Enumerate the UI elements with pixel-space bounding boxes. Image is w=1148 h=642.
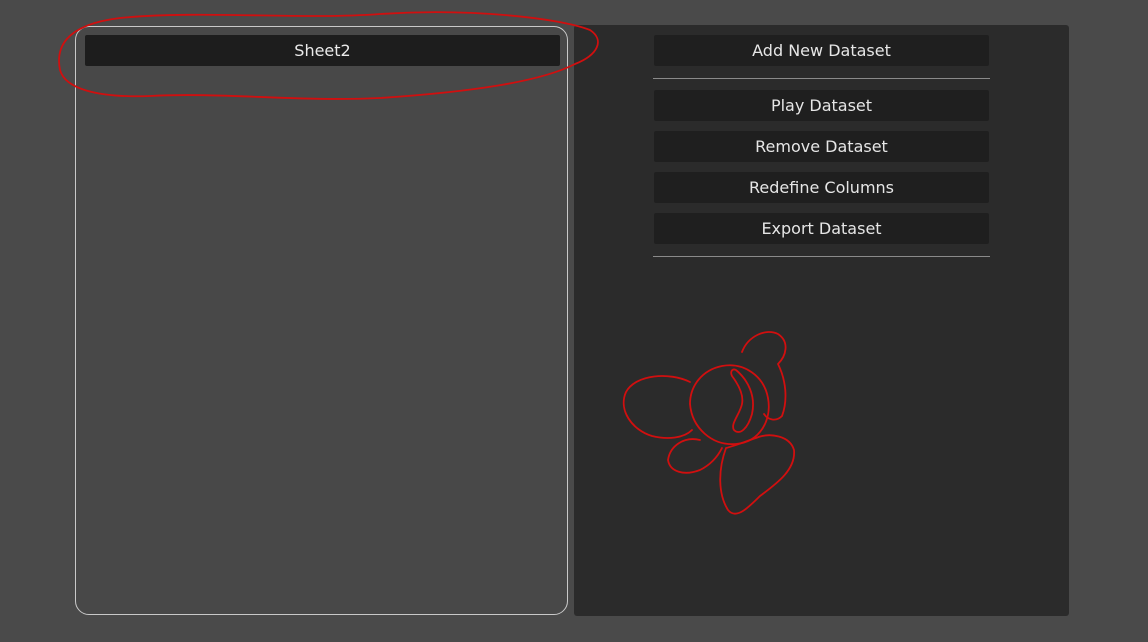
remove-dataset-button[interactable]: Remove Dataset bbox=[654, 131, 989, 162]
redefine-columns-button[interactable]: Redefine Columns bbox=[654, 172, 989, 203]
add-new-dataset-button[interactable]: Add New Dataset bbox=[654, 35, 989, 66]
separator-top bbox=[653, 78, 990, 79]
dataset-list-item-sheet2[interactable]: Sheet2 bbox=[85, 35, 560, 66]
separator-bottom bbox=[653, 256, 990, 257]
play-dataset-button[interactable]: Play Dataset bbox=[654, 90, 989, 121]
dataset-list-panel[interactable]: Sheet2 bbox=[75, 26, 568, 615]
export-dataset-button[interactable]: Export Dataset bbox=[654, 213, 989, 244]
dataset-actions-panel: Add New Dataset Play Dataset Remove Data… bbox=[574, 25, 1069, 616]
